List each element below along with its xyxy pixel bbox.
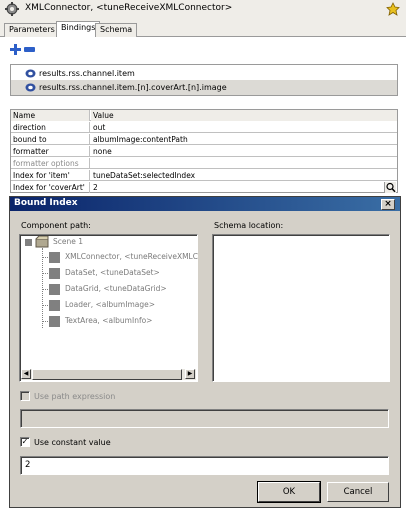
close-icon[interactable]: × [381,199,395,210]
binding-item[interactable]: results.rss.channel.item [11,66,397,81]
tree-horizontal-scrollbar[interactable]: ◀ ▶ [21,369,196,380]
grid-row-value [91,158,397,169]
binding-item-selected[interactable]: results.rss.channel.item.[n].coverArt.[n… [11,80,397,95]
component-path-label: Component path: [21,221,91,230]
magnifier-icon [386,182,396,193]
tree-connector [42,305,48,306]
scroll-left-icon[interactable]: ◀ [21,369,31,379]
collapse-icon[interactable] [25,239,32,246]
bound-index-dialog: Bound Index × Component path: Schema loc… [9,196,401,508]
tab-parameters[interactable]: Parameters [4,23,60,37]
use-path-expression-label: Use path expression [34,392,116,401]
ok-button[interactable]: OK [257,481,321,503]
component-inspector-panel: XMLConnector, <tuneReceiveXMLConnector> … [0,0,406,512]
cancel-button[interactable]: Cancel [327,482,389,502]
scrollbar-thumb[interactable] [32,369,182,380]
dataset-icon [49,268,60,279]
scene-icon [35,236,49,248]
tab-schema[interactable]: Schema [95,23,138,37]
grid-row-index-coverart[interactable]: Index for 'coverArt' 2 [11,182,397,193]
schema-location-label: Schema location: [214,221,284,230]
xmlconnector-icon [49,252,60,263]
minus-icon[interactable] [24,47,35,52]
tab-bindings[interactable]: Bindings [56,21,101,37]
inspector-tabs: Parameters Bindings Schema [0,21,406,37]
tree-connector [42,248,43,328]
tree-node[interactable]: DataGrid, <tuneDataGrid> [65,282,167,296]
scroll-right-icon[interactable]: ▶ [185,369,195,379]
component-gear-icon [5,2,19,16]
grid-row-value[interactable]: albumImage:contentPath [91,134,397,145]
bidirectional-binding-icon [25,69,36,78]
pin-icon[interactable] [386,2,400,16]
inspector-title-bar: XMLConnector, <tuneReceiveXMLConnector> [0,0,406,20]
constant-value-input[interactable]: 2 [20,456,389,475]
grid-row-index-item[interactable]: Index for 'item' tuneDataSet:selectedInd… [11,170,397,181]
grid-header-value: Value [91,110,397,121]
grid-header-name: Name [11,110,90,121]
use-path-expression-checkbox [20,391,30,401]
inspector-title: XMLConnector, <tuneReceiveXMLConnector> [25,3,233,13]
datagrid-icon [49,284,60,295]
grid-row-formatter-options: formatter options [11,158,397,169]
grid-row-value[interactable]: out [91,122,397,133]
grid-row-value[interactable]: tuneDataSet:selectedIndex [91,170,397,181]
tree-node[interactable]: DataSet, <tuneDataSet> [65,266,160,280]
grid-row-direction[interactable]: direction out [11,122,397,133]
magnifier-button[interactable] [384,182,396,193]
grid-row-value[interactable]: none [91,146,397,157]
textarea-icon [49,316,60,327]
loader-icon [49,300,60,311]
grid-row-formatter[interactable]: formatter none [11,146,397,157]
grid-row-name: formatter options [11,158,90,169]
tree-connector [42,257,48,258]
bidirectional-binding-icon [25,83,36,92]
grid-row-name: formatter [11,146,90,157]
plus-icon[interactable] [10,44,21,55]
grid-row-name: bound to [11,134,90,145]
schema-location-tree[interactable] [212,234,390,382]
coverart-value-field[interactable] [321,183,382,192]
tree-node[interactable]: XMLConnector, <tuneReceiveXMLC [65,250,198,264]
tree-connector [42,273,48,274]
tree-node-scene[interactable]: Scene 1 [53,235,83,249]
dialog-title-bar[interactable]: Bound Index × [10,197,400,211]
grid-row-bound-to[interactable]: bound to albumImage:contentPath [11,134,397,145]
grid-row-name: Index for 'coverArt' [11,182,90,193]
binding-property-grid: Name Value direction out bound to albumI… [10,109,398,193]
use-constant-value-label: Use constant value [34,438,111,447]
tree-connector [42,321,48,322]
binding-path: results.rss.channel.item [39,69,135,78]
dialog-title: Bound Index [14,198,78,208]
tree-node[interactable]: TextArea, <albumInfo> [65,314,152,328]
component-path-tree[interactable]: Scene 1 XMLConnector, <tuneReceiveXMLC D… [19,234,198,382]
grid-row-name: Index for 'item' [11,170,90,181]
tree-connector [42,289,48,290]
use-constant-value-checkbox[interactable]: ✓ [20,437,30,447]
bindings-list: results.rss.channel.item results.rss.cha… [10,64,398,96]
grid-row-name: direction [11,122,90,133]
path-expression-input [20,409,389,428]
grid-header-row: Name Value [11,110,397,121]
tree-node[interactable]: Loader, <albumImage> [65,298,155,312]
binding-path: results.rss.channel.item.[n].coverArt.[n… [39,83,227,92]
